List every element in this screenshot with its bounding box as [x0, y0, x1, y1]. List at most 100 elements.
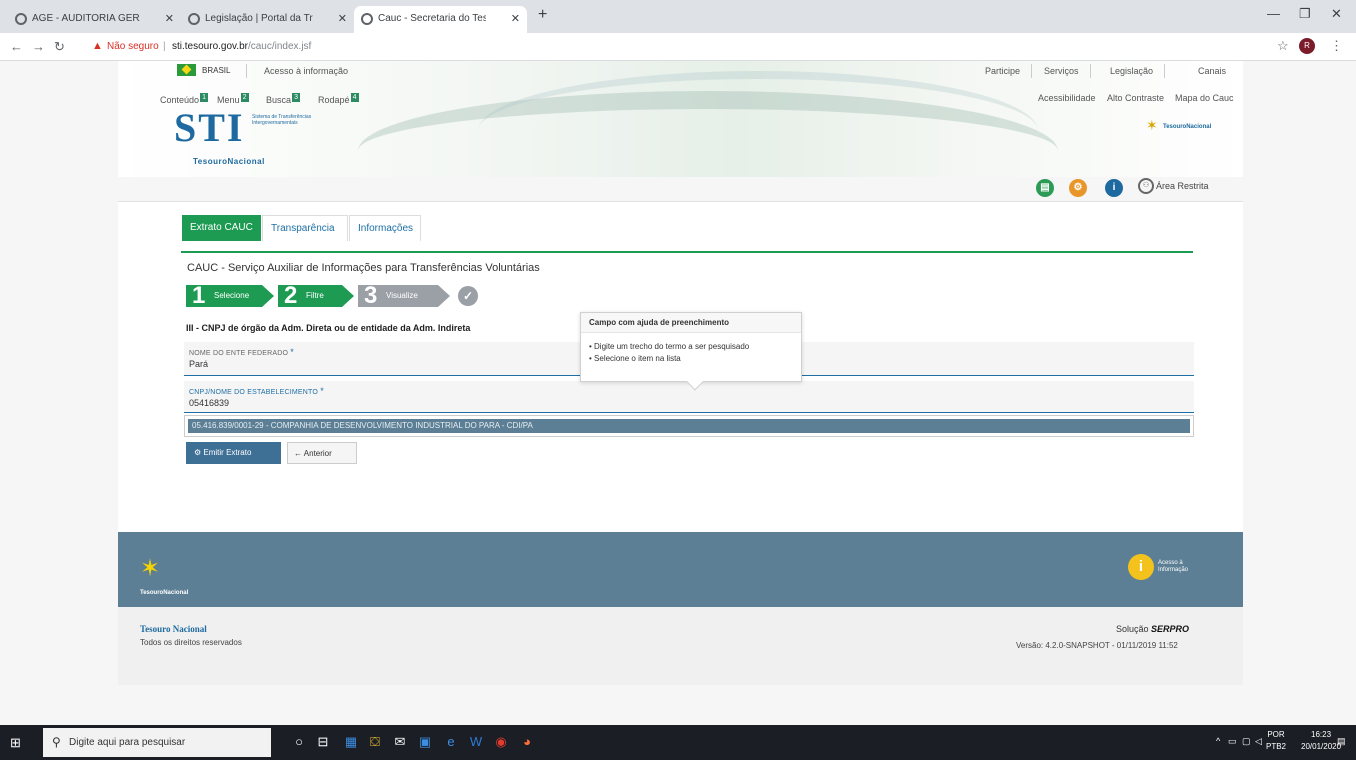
mapa-link[interactable]: Mapa do Cauc: [1175, 93, 1234, 103]
edge-icon[interactable]: e: [442, 733, 460, 751]
nav-canais[interactable]: Canais: [1198, 66, 1226, 76]
new-tab-icon[interactable]: +: [538, 6, 547, 24]
main-panel: Extrato CAUC Transparência Informações C…: [118, 202, 1243, 532]
emitir-icon: ⚙: [194, 448, 202, 457]
arrow-left-icon: ←: [294, 449, 302, 458]
tooltip-title: Campo com ajuda de preenchimento: [581, 313, 801, 333]
field-label: CNPJ/Nome do Estabelecimento *: [189, 386, 324, 396]
footer-solucao: Solução SERPRO: [1116, 624, 1189, 634]
cnpj-field[interactable]: CNPJ/Nome do Estabelecimento * 05416839: [184, 381, 1194, 413]
close-icon[interactable]: ✕: [338, 12, 347, 25]
brasil-link[interactable]: BRASIL: [202, 66, 230, 75]
browser-tab-cauc[interactable]: Cauc - Secretaria do Tesouro Na ✕: [354, 6, 527, 33]
notification-icon[interactable]: ▤: [1337, 736, 1346, 747]
volume-icon[interactable]: ◁: [1255, 736, 1262, 747]
page-title: CAUC - Serviço Auxiliar de Informações p…: [187, 262, 540, 274]
url-field[interactable]: sti.tesouro.gov.br/cauc/index.jsf: [172, 41, 311, 52]
window-close-icon[interactable]: ✕: [1331, 6, 1342, 22]
nav-participe[interactable]: Participe: [985, 66, 1020, 76]
footer-tesouro-logo[interactable]: TesouroNacional: [140, 590, 188, 596]
menu-icon[interactable]: ⋮: [1330, 38, 1343, 54]
tab-informacoes[interactable]: Informações: [349, 215, 421, 241]
emitir-extrato-button[interactable]: ⚙ Emitir Extrato: [186, 442, 281, 464]
mail-icon[interactable]: ✉: [391, 733, 409, 751]
acessibilidade-link[interactable]: Acessibilidade: [1038, 93, 1096, 103]
close-icon[interactable]: ✕: [165, 12, 174, 25]
reload-icon[interactable]: ↻: [54, 39, 65, 55]
clock-date: 20/01/2020: [1301, 742, 1342, 751]
field-label-text: Nome do Ente Federado: [189, 350, 289, 357]
document-shortcut-icon[interactable]: ▤: [1036, 179, 1054, 197]
access-link-rodape[interactable]: Rodapé 4: [318, 93, 359, 105]
info-icon[interactable]: i: [1128, 554, 1154, 580]
access-key-badge: 1: [200, 93, 209, 102]
alto-contraste-link[interactable]: Alto Contraste: [1107, 93, 1164, 103]
windows-start-icon[interactable]: ⊞: [10, 735, 21, 751]
tesouro-star-icon: ✶: [140, 555, 161, 582]
access-key-badge: 2: [240, 93, 249, 102]
forward-icon[interactable]: →: [32, 39, 45, 54]
tab-transparencia[interactable]: Transparência: [262, 215, 348, 241]
clock[interactable]: 16:23 20/01/2020: [1301, 729, 1341, 753]
brazil-flag-icon[interactable]: [177, 64, 196, 76]
nav-legislacao[interactable]: Legislação: [1110, 66, 1153, 76]
avatar[interactable]: R: [1299, 38, 1315, 54]
access-key-badge: 4: [350, 93, 359, 102]
step-number: 2: [284, 282, 298, 309]
store-icon[interactable]: ⛋: [366, 733, 384, 751]
tesouro-logo-text: TesouroNacional: [193, 157, 265, 166]
globe-icon: [361, 13, 373, 25]
network-icon[interactable]: ▭: [1228, 736, 1237, 747]
language-indicator[interactable]: POR PTB2: [1266, 729, 1286, 753]
browser-tab-label: AGE - AUDITORIA GERAL DO ES: [32, 13, 140, 24]
tooltip-item: • Selecione o item na lista: [589, 354, 681, 363]
step-label: Filtre: [306, 291, 324, 300]
info-shortcut-icon[interactable]: i: [1105, 179, 1123, 197]
footer-acesso-informacao[interactable]: Acesso à Informação: [1158, 560, 1198, 574]
firefox-icon[interactable]: ◕: [518, 733, 536, 751]
acesso-informacao-link[interactable]: Acesso à informação: [264, 66, 348, 76]
access-link-busca[interactable]: Busca 3: [266, 93, 301, 105]
step-selecione[interactable]: 1 Selecione: [186, 282, 262, 309]
close-icon[interactable]: ✕: [511, 12, 520, 25]
taskbar-search[interactable]: ⚲ Digite aqui para pesquisar: [43, 728, 271, 757]
area-restrita-link[interactable]: Área Restrita: [1156, 181, 1209, 191]
sti-logo-subtitle: Sistema de Transferências Intergovername…: [252, 114, 312, 126]
tab-extrato-cauc[interactable]: Extrato CAUC: [182, 215, 261, 241]
back-icon[interactable]: ←: [10, 39, 23, 54]
search-placeholder: Digite aqui para pesquisar: [69, 737, 186, 748]
users-icon: ⚇: [1138, 178, 1154, 194]
step-filtre[interactable]: 2 Filtre: [278, 282, 342, 309]
nav-servicos[interactable]: Serviços: [1044, 66, 1079, 76]
browser-tab-age[interactable]: AGE - AUDITORIA GERAL DO ES ✕: [8, 6, 181, 33]
divider: [1031, 64, 1032, 78]
tesouro-logo-right[interactable]: TesouroNacional: [1163, 124, 1211, 130]
browser-tab-legislacao[interactable]: Legislação | Portal da Transparên ✕: [181, 6, 354, 33]
task-view-icon[interactable]: ⊟: [314, 733, 332, 751]
calendar-icon[interactable]: ▦: [342, 733, 360, 751]
display-icon[interactable]: ▢: [1242, 736, 1251, 747]
maximize-icon[interactable]: ❐: [1299, 6, 1311, 22]
cortana-icon[interactable]: ○: [290, 733, 308, 751]
sti-logo[interactable]: STI: [174, 104, 245, 151]
autocomplete-item[interactable]: 05.416.839/0001-29 - COMPANHIA DE DESENV…: [188, 419, 1190, 433]
tooltip-item-text: Digite um trecho do termo a ser pesquisa…: [594, 342, 750, 351]
step-visualize[interactable]: 3 Visualize: [358, 282, 438, 309]
serpro-logo[interactable]: SERPRO: [1151, 624, 1189, 634]
minimize-icon[interactable]: —: [1267, 6, 1280, 21]
required-mark: *: [290, 347, 294, 357]
tray-chevron-icon[interactable]: ^: [1216, 736, 1220, 746]
word-icon[interactable]: W: [467, 733, 485, 751]
step-number: 1: [192, 282, 206, 309]
access-link-label: Busca: [266, 95, 292, 105]
not-secure-label[interactable]: Não seguro: [107, 41, 159, 52]
help-tooltip: Campo com ajuda de preenchimento • Digit…: [580, 312, 802, 391]
step-label: Selecione: [214, 291, 250, 300]
access-key-badge: 3: [292, 93, 301, 102]
star-icon[interactable]: ☆: [1277, 38, 1289, 54]
gear-shortcut-icon[interactable]: ⚙: [1069, 179, 1087, 197]
anterior-button[interactable]: ← Anterior: [287, 442, 357, 464]
app-icon[interactable]: ▣: [416, 733, 434, 751]
footer-rights: Todos os direitos reservados: [140, 638, 242, 647]
chrome-icon[interactable]: ◉: [492, 733, 510, 751]
